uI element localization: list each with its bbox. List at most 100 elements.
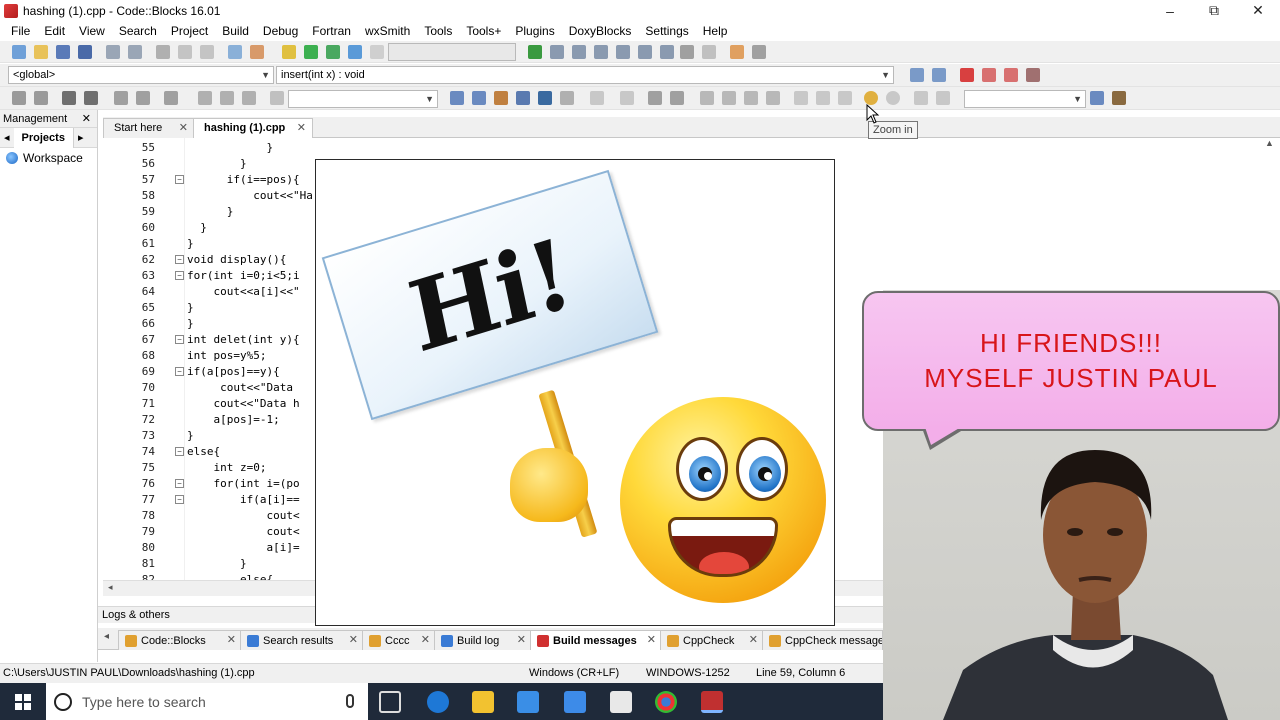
last-icon[interactable] (242, 91, 256, 105)
cursor-icon[interactable] (590, 91, 604, 105)
code-line[interactable]: for(int i=0;i<5;i (187, 268, 300, 284)
minimize-button[interactable]: – (1148, 0, 1192, 21)
build-target-select[interactable] (388, 43, 516, 61)
menu-fortran[interactable]: Fortran (305, 24, 358, 38)
spell-icon[interactable] (914, 91, 928, 105)
start-button[interactable] (0, 683, 46, 720)
wrench-icon[interactable] (1112, 91, 1126, 105)
close-icon[interactable]: ✕ (82, 112, 91, 125)
tab-build-log[interactable]: Build log ✕ (434, 630, 532, 650)
code-line[interactable]: cout<<a[i]<<" (187, 284, 299, 300)
code-line[interactable]: } (187, 236, 194, 252)
zoom-out-icon[interactable] (886, 91, 900, 105)
code-line[interactable]: } (187, 428, 194, 444)
close-button[interactable]: ✕ (1236, 0, 1280, 21)
cut-icon[interactable] (156, 45, 170, 59)
redo-icon[interactable] (128, 45, 142, 59)
code-line[interactable]: cout<<"Data (187, 380, 293, 396)
option-1-icon[interactable] (794, 91, 808, 105)
fold-marker-icon[interactable]: − (175, 335, 184, 344)
code-line[interactable]: cout<<"Ha (187, 188, 313, 204)
tab-cppcheck[interactable]: CppCheck ✕ (660, 630, 764, 650)
next-instruction-icon[interactable] (638, 45, 652, 59)
jump-forward-icon[interactable] (932, 68, 946, 82)
stop-debug-icon[interactable] (702, 45, 716, 59)
code-line[interactable]: } (187, 316, 194, 332)
replace-icon[interactable] (250, 45, 264, 59)
highlight-icon[interactable] (494, 91, 508, 105)
rebuild-icon[interactable] (348, 45, 362, 59)
menu-tools[interactable]: Tools (417, 24, 459, 38)
fold-marker-icon[interactable]: − (175, 447, 184, 456)
rect-icon[interactable] (620, 91, 634, 105)
menu-settings[interactable]: Settings (638, 24, 695, 38)
build-and-run-icon[interactable] (326, 45, 340, 59)
layout-2-icon[interactable] (722, 91, 736, 105)
tab-projects[interactable]: Projects (13, 127, 74, 148)
workspace-tree-item[interactable]: Workspace (0, 148, 97, 168)
build-icon[interactable] (282, 45, 296, 59)
tab-search-results[interactable]: Search results ✕ (240, 630, 364, 650)
menu-plugins[interactable]: Plugins (508, 24, 561, 38)
close-tab-icon[interactable]: ✕ (227, 631, 236, 649)
find-icon[interactable] (228, 45, 242, 59)
dot-icon[interactable] (220, 91, 234, 105)
scope-select[interactable]: <global> ▼ (8, 66, 274, 84)
select-icon[interactable] (516, 91, 530, 105)
paste-icon[interactable] (200, 45, 214, 59)
close-tab-icon[interactable]: ✕ (349, 631, 358, 649)
crop-icon[interactable] (670, 91, 684, 105)
microphone-icon[interactable] (346, 694, 354, 708)
chrome-icon[interactable] (655, 691, 677, 713)
code-line[interactable]: void display(){ (187, 252, 286, 268)
open-file-icon[interactable] (34, 45, 48, 59)
fold-marker-icon[interactable]: − (175, 255, 184, 264)
menu-search[interactable]: Search (112, 24, 164, 38)
code-line[interactable]: cout< (187, 524, 299, 540)
option-3-icon[interactable] (838, 91, 852, 105)
code-line[interactable]: int z=0; (187, 460, 266, 476)
undo-icon[interactable] (106, 45, 120, 59)
close-tab-icon[interactable]: ✕ (179, 119, 188, 137)
code-line[interactable]: if(a[i]== (187, 492, 300, 508)
code-line[interactable]: if(i==pos){ (187, 172, 300, 188)
jump-back-icon[interactable] (910, 68, 924, 82)
doxywizard-icon[interactable] (114, 91, 128, 105)
line-comment-icon[interactable] (84, 91, 98, 105)
taskbar-search-box[interactable]: Type here to search (46, 683, 368, 720)
code-line[interactable]: cout< (187, 508, 299, 524)
step-out-icon[interactable] (616, 45, 630, 59)
tab-start-here[interactable]: Start here ✕ (103, 118, 195, 138)
menu-file[interactable]: File (4, 24, 37, 38)
task-view-icon[interactable] (379, 691, 401, 713)
chevron-left-icon[interactable]: ◂ (108, 582, 113, 593)
code-line[interactable]: else{ (187, 444, 220, 460)
close-tab-icon[interactable]: ✕ (647, 631, 656, 649)
arrow-right-icon[interactable] (472, 91, 486, 105)
text-icon[interactable] (538, 91, 552, 105)
menu-project[interactable]: Project (164, 24, 215, 38)
save-icon[interactable] (56, 45, 70, 59)
close-tab-icon[interactable]: ✕ (297, 119, 306, 137)
layout-3-icon[interactable] (744, 91, 758, 105)
fold-marker-icon[interactable]: − (175, 175, 184, 184)
debug-start-icon[interactable] (528, 45, 542, 59)
stop-icon[interactable] (270, 91, 284, 105)
code-line[interactable]: for(int i=(po (187, 476, 299, 492)
bookmark-clear-icon[interactable] (1026, 68, 1040, 82)
layout-4-icon[interactable] (766, 91, 780, 105)
store-icon[interactable] (517, 691, 539, 713)
edge-browser-icon[interactable] (427, 691, 449, 713)
menu-view[interactable]: View (72, 24, 112, 38)
code-line[interactable]: if(a[pos]==y){ (187, 364, 280, 380)
chevron-up-icon[interactable]: ▲ (1259, 138, 1280, 148)
symbol-select[interactable]: ▼ (964, 90, 1086, 108)
bookmark-prev-icon[interactable] (982, 68, 996, 82)
code-line[interactable]: a[i]= (187, 540, 299, 556)
code-line[interactable]: } (187, 220, 207, 236)
debug-windows-icon[interactable] (730, 45, 744, 59)
refresh-icon[interactable] (936, 91, 950, 105)
first-icon[interactable] (198, 91, 212, 105)
run-to-cursor-icon[interactable] (550, 45, 564, 59)
code-line[interactable]: } (187, 556, 247, 572)
